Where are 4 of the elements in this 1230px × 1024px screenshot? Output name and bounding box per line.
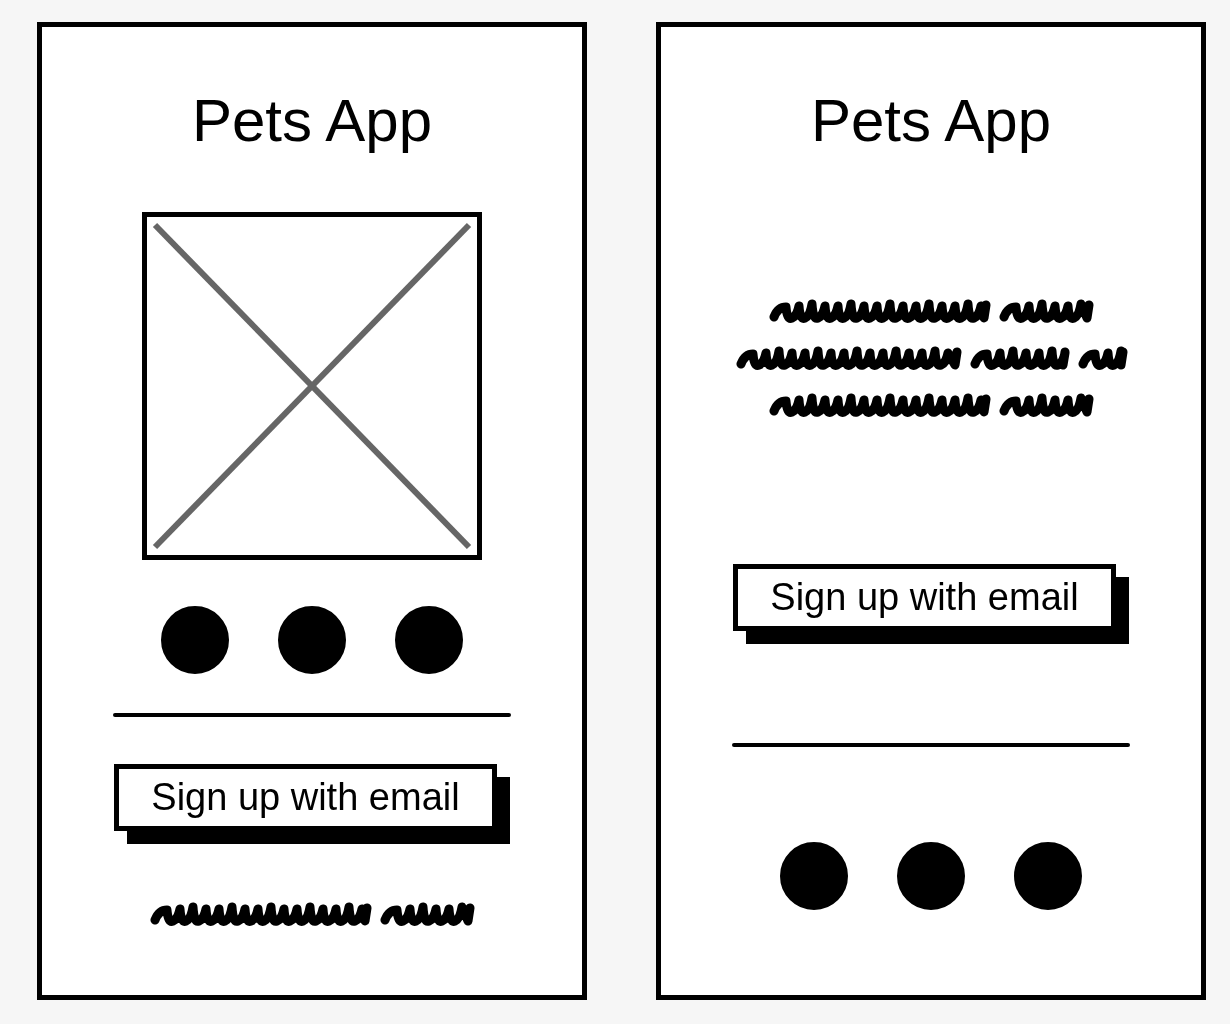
app-title: Pets App: [810, 89, 1052, 153]
app-title: Pets App: [191, 89, 433, 153]
sign-up-button[interactable]: Sign up with email: [114, 764, 510, 844]
sign-up-button[interactable]: Sign up with email: [733, 564, 1129, 644]
